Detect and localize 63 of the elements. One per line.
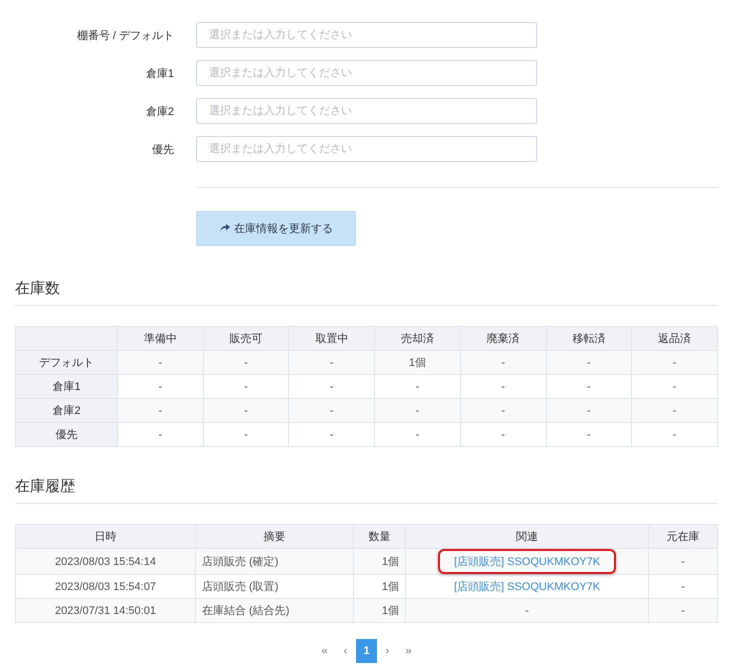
table-cell: - xyxy=(546,398,632,422)
row-header: デフォルト xyxy=(16,350,118,374)
field-label: 倉庫2 xyxy=(144,104,175,118)
input-field[interactable]: 選択または入力してください xyxy=(196,98,537,124)
table-cell: 1個 xyxy=(374,350,460,374)
table-cell: 2023/07/31 14:50:01 xyxy=(16,598,196,622)
section-title: 在庫履歴 xyxy=(15,477,76,496)
column-header: 数量 xyxy=(354,524,406,548)
column-header: 準備中 xyxy=(118,326,204,350)
column-header: 売却済 xyxy=(374,326,460,350)
table-cell: 2023/08/03 15:54:14 xyxy=(16,548,196,574)
table-cell: - xyxy=(374,398,460,422)
table-cell: 在庫結合 (結合先) xyxy=(196,598,354,622)
table-cell: - xyxy=(632,398,718,422)
column-header: 摘要 xyxy=(196,524,354,548)
table-cell: - xyxy=(546,350,632,374)
table-cell: - xyxy=(374,422,460,446)
table-cell: - xyxy=(648,548,718,574)
row-header: 倉庫1 xyxy=(16,374,118,398)
input-field[interactable]: 選択または入力してください xyxy=(196,60,537,86)
table-cell: - xyxy=(203,398,289,422)
row-header: 優先 xyxy=(16,422,118,446)
table-cell: - xyxy=(460,350,546,374)
row-header: 倉庫2 xyxy=(16,398,118,422)
column-header: 販売可 xyxy=(203,326,289,350)
table-cell: - xyxy=(460,398,546,422)
field-label: 棚番号 / デフォルト xyxy=(76,28,175,42)
update-button[interactable]: 在庫情報を更新する xyxy=(196,211,356,246)
table-cell: - xyxy=(118,398,204,422)
column-header: 返品済 xyxy=(632,326,718,350)
table-cell: - xyxy=(203,422,289,446)
page-link[interactable]: › xyxy=(377,639,398,663)
table-cell: - xyxy=(288,422,375,446)
column-header: 元在庫 xyxy=(648,524,718,548)
table-cell: - xyxy=(288,350,375,374)
table-cell: - xyxy=(118,350,204,374)
table-cell: - xyxy=(648,598,718,622)
table-cell: - xyxy=(632,422,718,446)
table-cell: - xyxy=(288,398,375,422)
column-header: 移転済 xyxy=(546,326,632,350)
column-header: 日時 xyxy=(16,524,196,548)
column-header: 関連 xyxy=(406,524,648,548)
input-field[interactable]: 選択または入力してください xyxy=(196,136,537,162)
table-cell: 1個 xyxy=(354,548,406,574)
input-field[interactable]: 選択または入力してください xyxy=(196,22,537,48)
table-cell: 1個 xyxy=(354,598,406,622)
page-link[interactable]: 1 xyxy=(356,639,377,663)
field-label: 倉庫1 xyxy=(144,66,175,80)
table-cell: - xyxy=(203,350,289,374)
field-label: 優先 xyxy=(151,142,175,156)
share-arrow-icon xyxy=(219,224,230,234)
page-link[interactable]: ‹ xyxy=(335,639,356,663)
table-cell: - xyxy=(546,422,632,446)
page-link[interactable]: » xyxy=(398,639,419,663)
table-cell: - xyxy=(460,422,546,446)
table-cell: - xyxy=(118,422,204,446)
table-cell: 店頭販売 (確定) xyxy=(196,548,354,574)
table-cell: - xyxy=(632,350,718,374)
section-title: 在庫数 xyxy=(15,279,61,298)
column-header: 取置中 xyxy=(288,326,375,350)
column-header: 廃棄済 xyxy=(460,326,546,350)
cell-text: - xyxy=(525,604,529,616)
page-link[interactable]: « xyxy=(314,639,335,663)
